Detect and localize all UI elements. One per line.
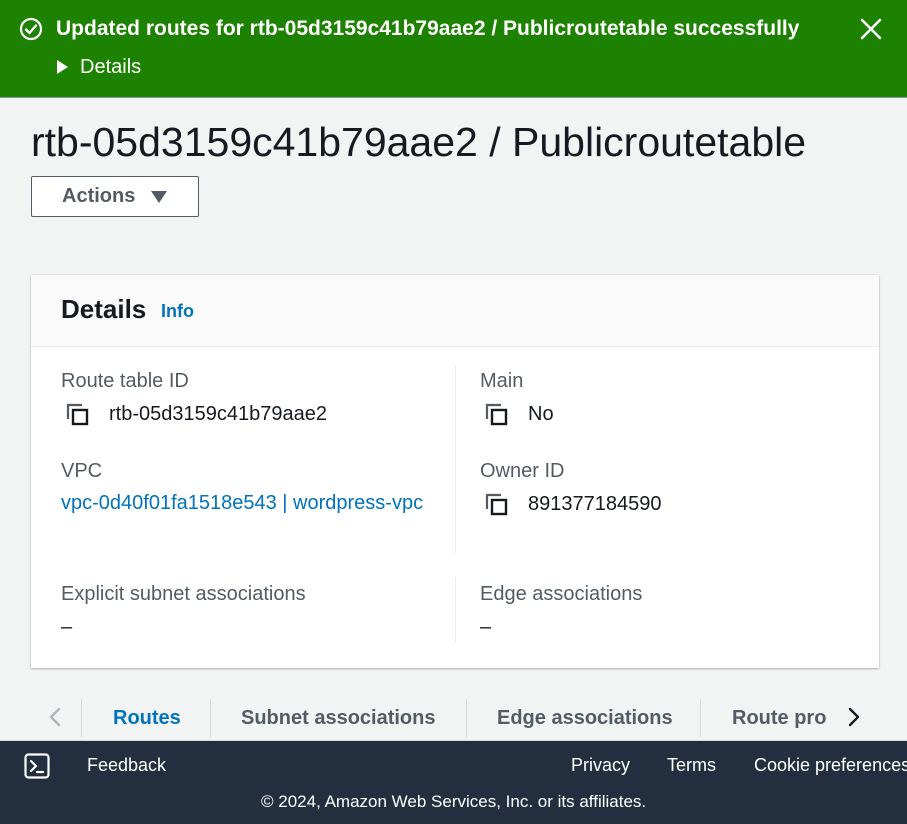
cloudshell-icon[interactable] xyxy=(24,753,50,779)
copy-icon[interactable] xyxy=(484,492,510,518)
route-table-id-value: rtb-05d3159c41b79aae2 xyxy=(109,403,327,425)
tab-subnet-associations[interactable]: Subnet associations xyxy=(241,705,436,731)
explicit-subnet-label: Explicit subnet associations xyxy=(61,583,306,605)
details-panel-header: Details Info xyxy=(31,275,879,347)
owner-id-value: 891377184590 xyxy=(528,493,662,515)
copyright-text: © 2024, Amazon Web Services, Inc. or its… xyxy=(261,792,647,811)
flash-details-toggle[interactable]: Details xyxy=(57,54,141,80)
tab-bar: Routes Subnet associations Edge associat… xyxy=(0,693,907,741)
copy-icon[interactable] xyxy=(65,402,91,428)
main-value: No xyxy=(528,403,554,425)
caret-right-icon xyxy=(57,60,68,74)
tab-separator xyxy=(466,699,467,737)
main-label: Main xyxy=(480,370,524,392)
column-divider xyxy=(455,365,456,553)
owner-id-label: Owner ID xyxy=(480,460,565,482)
route-table-id-label: Route table ID xyxy=(61,370,189,392)
actions-label: Actions xyxy=(62,185,136,207)
console-footer: Feedback Privacy Terms Cookie preference… xyxy=(0,741,907,824)
tab-separator xyxy=(210,699,211,737)
edge-associations-label: Edge associations xyxy=(480,583,643,605)
explicit-subnet-value: – xyxy=(61,616,73,638)
edge-associations-value: – xyxy=(480,616,492,638)
terms-link[interactable]: Terms xyxy=(667,753,716,777)
tab-routes[interactable]: Routes xyxy=(113,705,181,731)
chevron-right-icon[interactable] xyxy=(842,705,864,729)
tab-separator xyxy=(81,699,82,737)
check-circle-icon xyxy=(19,17,43,41)
page-title: rtb-05d3159c41b79aae2 / Publicroutetable xyxy=(31,119,807,165)
details-panel: Details Info Route table ID rtb-05d3159c… xyxy=(31,275,879,668)
tab-separator xyxy=(700,699,701,737)
flash-details-label: Details xyxy=(80,55,142,78)
flash-message: Updated routes for rtb-05d3159c41b79aae2… xyxy=(56,17,800,40)
cookie-preferences-link[interactable]: Cookie preferences xyxy=(754,753,907,777)
success-flash-banner: Updated routes for rtb-05d3159c41b79aae2… xyxy=(0,0,907,98)
column-divider xyxy=(455,577,456,643)
tab-edge-associations[interactable]: Edge associations xyxy=(497,705,673,731)
feedback-link[interactable]: Feedback xyxy=(87,753,166,777)
details-title: Details xyxy=(61,294,147,324)
tab-route-propagation-clip: Route propagation xyxy=(732,705,827,731)
tab-route-propagation[interactable]: Route propagation xyxy=(732,705,827,731)
actions-dropdown-button[interactable]: Actions xyxy=(31,176,199,217)
vpc-link[interactable]: vpc-0d40f01fa1518e543 | wordpress-vpc xyxy=(61,487,431,520)
copy-icon[interactable] xyxy=(484,402,510,428)
chevron-left-icon[interactable] xyxy=(45,705,67,729)
close-icon[interactable] xyxy=(858,16,884,42)
caret-down-icon xyxy=(151,190,168,203)
privacy-link[interactable]: Privacy xyxy=(571,753,630,777)
vpc-label: VPC xyxy=(61,460,103,482)
info-link[interactable]: Info xyxy=(161,301,194,322)
